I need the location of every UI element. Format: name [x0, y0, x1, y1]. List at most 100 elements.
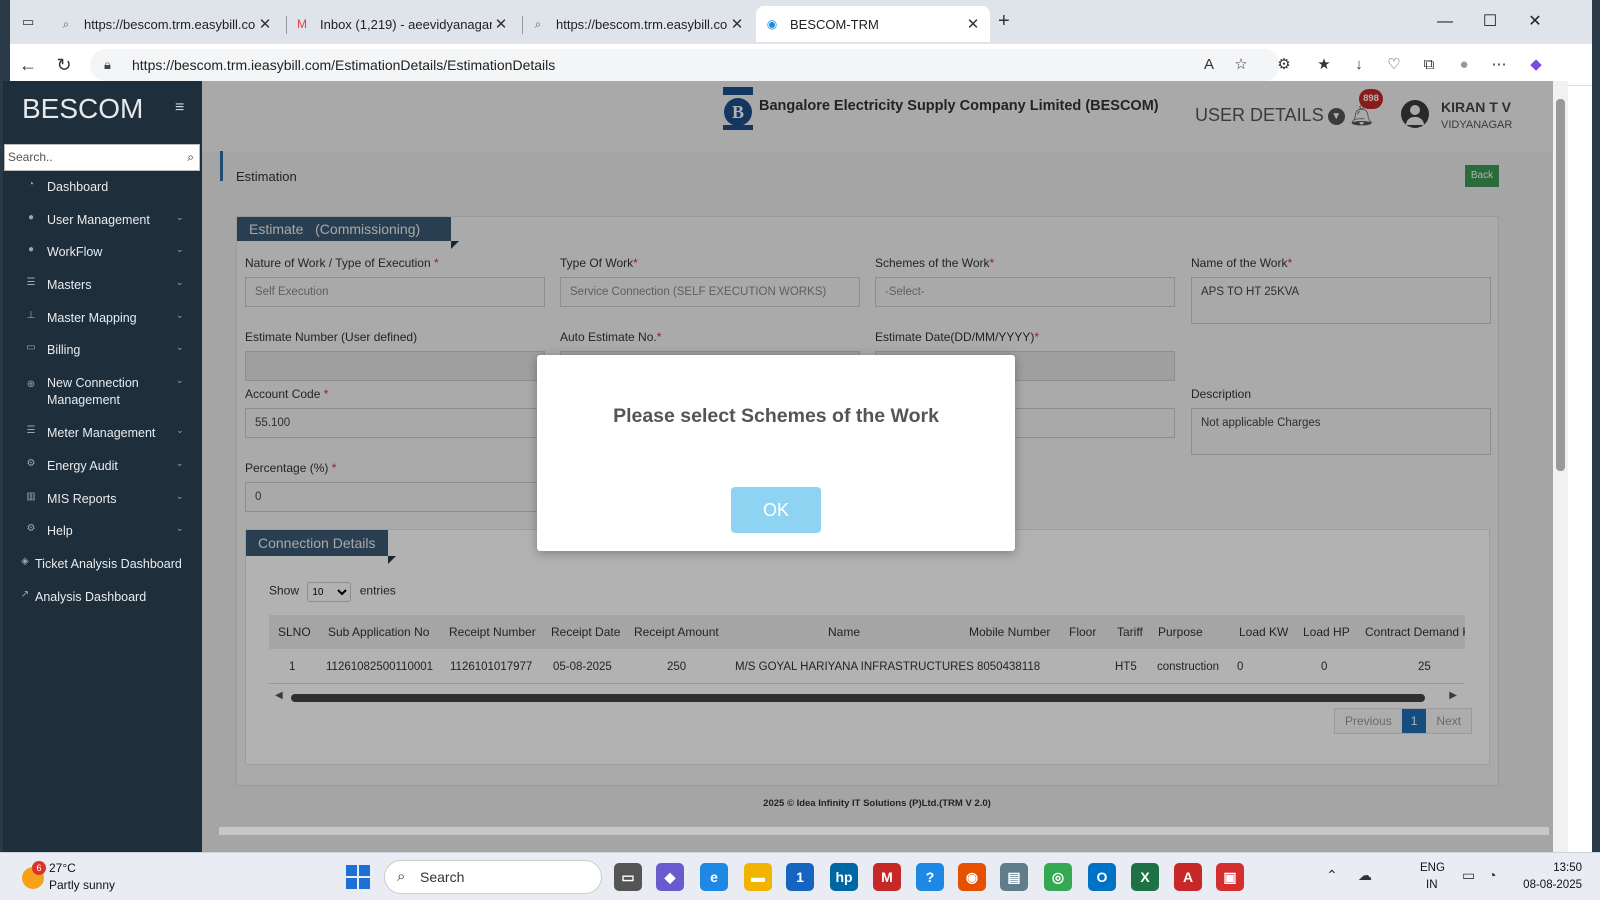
more-menu-icon[interactable]: ⋯: [1488, 54, 1510, 76]
display-icon[interactable]: ▭: [1462, 867, 1475, 884]
sidebar-item-user-management[interactable]: ● User Management ⌄: [3, 212, 202, 229]
hp-icon[interactable]: hp: [830, 863, 858, 891]
back-arrow-icon[interactable]: ←: [16, 53, 40, 77]
chevron-up-icon[interactable]: ⌃: [1326, 867, 1338, 884]
address-bar: ← ↻ 🔒︎ https://bescom.trm.ieasybill.com/…: [10, 44, 1592, 86]
window-close-icon[interactable]: ✕: [1513, 8, 1557, 36]
mcafee-icon[interactable]: M: [873, 863, 901, 891]
region-code[interactable]: IN: [1426, 879, 1438, 891]
taskbar-search[interactable]: ⌕ Search: [384, 860, 602, 894]
alert-message: Please select Schemes of the Work: [613, 405, 939, 427]
maximize-icon[interactable]: ☐: [1468, 8, 1512, 36]
cloud-icon[interactable]: ☁: [1358, 867, 1372, 884]
task-view-icon[interactable]: ▭: [614, 863, 642, 891]
refresh-icon[interactable]: ↻: [52, 53, 76, 77]
weather-badge: 6: [32, 861, 46, 875]
chevron-down-icon: ⌄: [176, 458, 184, 468]
app-icon[interactable]: ▣: [1216, 863, 1244, 891]
settings-icon: ⚙: [26, 523, 36, 534]
sidebar-item-meter-management[interactable]: ☰ Meter Management ⌄: [3, 425, 202, 442]
plus-circle-icon: ⊕: [26, 379, 36, 390]
sidebar-item-new-connection[interactable]: ⊕ New Connection Management ⌄: [3, 375, 202, 411]
bar-chart-icon: ▥: [26, 491, 36, 502]
line-chart-icon: ↗: [20, 589, 30, 600]
monitor-icon: ▭: [26, 342, 36, 353]
sidebar-item-workflow[interactable]: ● WorkFlow ⌄: [3, 244, 202, 261]
close-icon[interactable]: ✕: [728, 15, 746, 33]
search-icon[interactable]: ⌕: [187, 145, 194, 170]
profile-icon[interactable]: ●: [1453, 54, 1475, 76]
page-horizontal-scrollbar[interactable]: [219, 827, 1549, 835]
hamburger-icon[interactable]: ≡: [175, 99, 184, 117]
sidebar-item-label: New Connection Management: [47, 376, 139, 407]
list-icon: ☰: [26, 425, 36, 436]
remote-desktop-icon[interactable]: ▤: [1000, 863, 1028, 891]
sidebar-item-help[interactable]: ⚙ Help ⌄: [3, 523, 202, 540]
tab-4-active[interactable]: ◉ BESCOM-TRM ✕: [756, 6, 990, 42]
chevron-down-icon: ⌄: [176, 277, 184, 287]
minimize-icon[interactable]: —: [1423, 8, 1467, 36]
sidebar-item-label: User Management: [47, 213, 150, 227]
sidebar-item-label: Energy Audit: [47, 459, 118, 473]
cogs-icon: ⚙: [26, 458, 36, 469]
sidebar-item-label: MIS Reports: [47, 492, 117, 506]
close-icon[interactable]: ✕: [964, 15, 982, 33]
collections-icon[interactable]: ⧉: [1418, 54, 1440, 76]
tab-2[interactable]: M Inbox (1,219) - aeevidyanagara.w ✕: [286, 6, 518, 42]
user-icon: ●: [27, 212, 35, 223]
chevron-down-icon: ⌄: [176, 491, 184, 501]
acrobat-icon[interactable]: A: [1174, 863, 1202, 891]
downloads-icon[interactable]: ↓: [1348, 54, 1370, 76]
read-aloud-icon[interactable]: A: [1198, 54, 1220, 76]
tab-3[interactable]: ⌕ https://bescom.trm.easybill.com - ✕: [522, 6, 754, 42]
clock-date[interactable]: 08-08-2025: [1512, 879, 1582, 891]
dashboard-icon: ◔: [27, 179, 35, 190]
clock-time[interactable]: 13:50: [1522, 862, 1582, 874]
close-icon[interactable]: ✕: [256, 15, 274, 33]
favorites-icon[interactable]: ★: [1313, 54, 1335, 76]
alert-dialog: Please select Schemes of the Work OK: [537, 355, 1015, 551]
diamond-icon: ◈: [21, 556, 29, 567]
tab-title: https://bescom.trm.easybill.com -: [84, 16, 256, 32]
health-icon[interactable]: ♡: [1383, 54, 1405, 76]
vertical-scrollbar[interactable]: [1553, 81, 1568, 852]
tab-1[interactable]: ⌕ https://bescom.trm.easybill.com - ✕: [50, 6, 282, 42]
sidebar-item-energy-audit[interactable]: ⚙ Energy Audit ⌄: [3, 458, 202, 475]
sidebar-item-dashboard[interactable]: ◔ Dashboard: [3, 179, 202, 196]
chrome-icon[interactable]: ◎: [1044, 863, 1072, 891]
store-icon[interactable]: 1: [786, 863, 814, 891]
favorite-star-icon[interactable]: ☆: [1230, 54, 1252, 76]
sidebar-item-masters[interactable]: ☰ Masters ⌄: [3, 277, 202, 294]
edge-icon[interactable]: e: [700, 863, 728, 891]
file-explorer-icon[interactable]: ▬: [744, 863, 772, 891]
weather-widget[interactable]: 6: [18, 861, 50, 893]
ok-button[interactable]: OK: [731, 487, 821, 533]
network-icon[interactable]: ◔: [1488, 867, 1496, 883]
language-code[interactable]: ENG: [1420, 862, 1445, 874]
sidebar-item-ticket-analysis[interactable]: ◈ Ticket Analysis Dashboard: [3, 556, 202, 573]
sidebar-item-master-mapping[interactable]: ⊥ Master Mapping ⌄: [3, 310, 202, 327]
sidebar-item-billing[interactable]: ▭ Billing ⌄: [3, 342, 202, 359]
copilot-app-icon[interactable]: ◆: [656, 863, 684, 891]
help-icon[interactable]: ?: [916, 863, 944, 891]
outlook-icon[interactable]: O: [1088, 863, 1116, 891]
url-field[interactable]: 🔒︎ https://bescom.trm.ieasybill.com/Esti…: [90, 49, 1280, 81]
url-text: https://bescom.trm.ieasybill.com/Estimat…: [132, 57, 556, 73]
chevron-down-icon: ⌄: [176, 523, 184, 533]
sidebar-search-input[interactable]: Search.. ⌕: [4, 144, 200, 171]
excel-icon[interactable]: X: [1131, 863, 1159, 891]
sidebar-item-mis-reports[interactable]: ▥ MIS Reports ⌄: [3, 491, 202, 508]
firefox-icon[interactable]: ◉: [958, 863, 986, 891]
sidebar-item-label: Help: [47, 524, 73, 538]
sidebar-item-label: Analysis Dashboard: [35, 590, 147, 604]
weather-condition: Partly sunny: [49, 878, 116, 892]
new-tab-icon[interactable]: +: [998, 10, 1016, 32]
scroll-thumb[interactable]: [1556, 99, 1565, 471]
extensions-icon[interactable]: ⚙: [1273, 54, 1295, 76]
close-icon[interactable]: ✕: [492, 15, 510, 33]
tab-actions-icon[interactable]: ▭: [22, 14, 40, 30]
start-button[interactable]: [346, 865, 370, 889]
sidebar-item-analysis-dashboard[interactable]: ↗ Analysis Dashboard: [3, 589, 202, 606]
copilot-icon[interactable]: ◆: [1525, 54, 1547, 76]
store-badge: 1: [796, 869, 804, 885]
